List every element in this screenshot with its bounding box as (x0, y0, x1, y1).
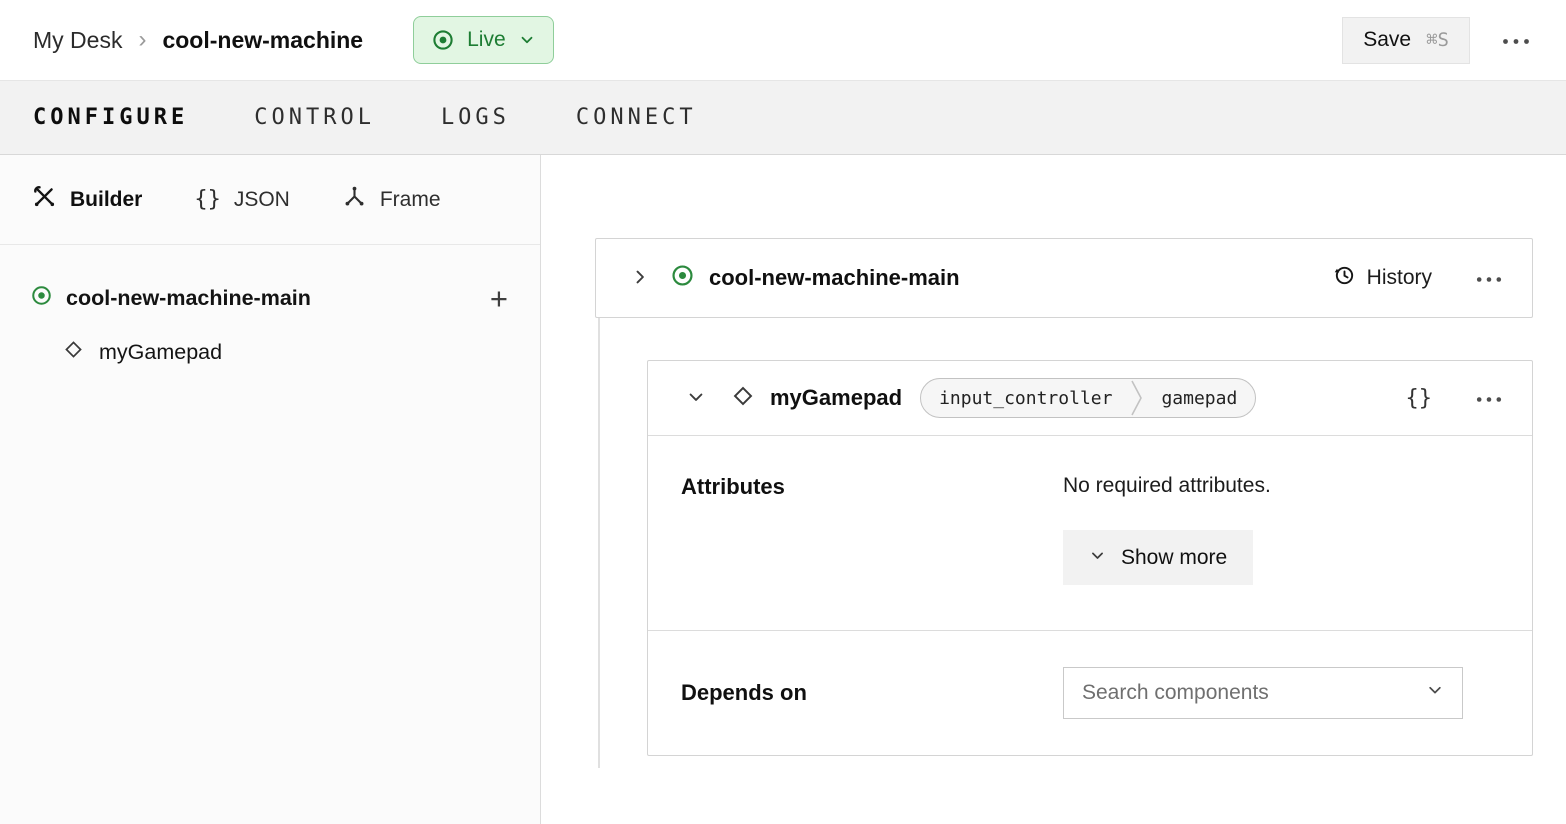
braces-icon: {} (194, 187, 221, 212)
sidebar: Builder {} JSON (0, 155, 541, 824)
collapse-component-card-button[interactable] (682, 383, 710, 414)
depends-on-select[interactable]: Search components (1063, 667, 1463, 719)
attributes-section: Attributes No required attributes. Show … (648, 436, 1532, 631)
tab-control[interactable]: CONTROL (254, 105, 375, 130)
depends-on-placeholder: Search components (1082, 681, 1269, 705)
pill-divider-chevron (1130, 379, 1143, 417)
component-type: input_controller (921, 379, 1130, 417)
save-shortcut: ⌘S (1426, 29, 1449, 51)
attributes-content: No required attributes. Show more (1063, 474, 1499, 585)
component-card-connector: myGamepad input_controller gamepad {} (598, 318, 1533, 768)
tree-item-mygamepad[interactable]: myGamepad (0, 325, 540, 379)
view-tab-builder[interactable]: Builder (32, 184, 142, 215)
broadcast-icon (670, 263, 695, 293)
ellipsis-icon (1502, 33, 1530, 48)
chevron-down-icon (686, 387, 706, 410)
breadcrumb-separator: › (138, 28, 146, 52)
live-label: Live (467, 28, 506, 52)
depends-on-label: Depends on (681, 680, 1063, 706)
view-tab-frame-label: Frame (380, 188, 441, 212)
config-view-switcher: Builder {} JSON (0, 155, 540, 245)
tools-icon (32, 184, 57, 215)
component-diamond-icon (730, 383, 756, 414)
main-tabbar: CONFIGURE CONTROL LOGS CONNECT (0, 81, 1566, 155)
component-menu-button[interactable] (1474, 383, 1504, 414)
chevron-down-icon (1089, 546, 1106, 570)
header-overflow-menu-button[interactable] (1500, 25, 1532, 56)
history-clock-icon (1333, 264, 1356, 293)
live-status-dropdown[interactable]: Live (413, 16, 554, 64)
broadcast-icon (30, 284, 53, 312)
view-tab-builder-label: Builder (70, 188, 142, 212)
component-card-mygamepad: myGamepad input_controller gamepad {} (647, 360, 1533, 756)
machine-part-card: cool-new-machine-main History (595, 238, 1533, 318)
app-window: My Desk › cool-new-machine Live Save ⌘S (0, 0, 1566, 824)
component-json-button[interactable]: {} (1406, 386, 1433, 411)
broadcast-icon (431, 28, 455, 52)
ellipsis-icon (1476, 271, 1502, 286)
expand-machine-card-button[interactable] (626, 263, 654, 294)
component-title: myGamepad (770, 385, 902, 411)
tree-item-mygamepad-label: myGamepad (99, 340, 222, 365)
history-button[interactable]: History (1333, 264, 1432, 293)
tab-logs[interactable]: LOGS (441, 105, 510, 130)
view-tab-frame[interactable]: Frame (342, 184, 441, 215)
config-main-panel: cool-new-machine-main History (541, 155, 1566, 824)
attributes-empty-text: No required attributes. (1063, 474, 1499, 498)
tab-connect[interactable]: CONNECT (576, 105, 697, 130)
machine-card-menu-button[interactable] (1474, 263, 1504, 294)
attributes-label: Attributes (681, 474, 1063, 585)
view-tab-json[interactable]: {} JSON (194, 187, 290, 212)
chevron-down-icon (518, 31, 536, 49)
save-label: Save (1363, 28, 1411, 52)
chevron-right-icon (630, 267, 650, 290)
tree-item-machine-main[interactable]: cool-new-machine-main + (0, 271, 540, 325)
top-header: My Desk › cool-new-machine Live Save ⌘S (0, 0, 1566, 81)
breadcrumb-current: cool-new-machine (162, 27, 363, 54)
component-card-header: myGamepad input_controller gamepad {} (648, 361, 1532, 436)
component-diamond-icon (62, 338, 85, 367)
add-component-button[interactable]: + (490, 283, 508, 314)
show-more-label: Show more (1121, 546, 1227, 570)
frame-icon (342, 184, 367, 215)
chevron-down-icon (1426, 681, 1444, 705)
tree-item-machine-main-label: cool-new-machine-main (66, 286, 311, 311)
breadcrumb-parent-link[interactable]: My Desk (33, 27, 122, 54)
machine-card-actions: History (1333, 263, 1504, 294)
content-area: Builder {} JSON (0, 155, 1566, 824)
breadcrumb: My Desk › cool-new-machine (33, 27, 363, 54)
component-model: gamepad (1143, 379, 1255, 417)
tab-configure[interactable]: CONFIGURE (33, 105, 188, 130)
show-more-button[interactable]: Show more (1063, 530, 1253, 585)
component-type-pill: input_controller gamepad (920, 378, 1256, 418)
topbar-actions: Save ⌘S (1342, 17, 1532, 64)
save-button[interactable]: Save ⌘S (1342, 17, 1470, 64)
history-label: History (1367, 266, 1432, 290)
ellipsis-icon (1476, 391, 1502, 406)
depends-on-section: Depends on Search components (648, 631, 1532, 755)
machine-part-title: cool-new-machine-main (709, 265, 960, 291)
component-card-actions: {} (1406, 383, 1505, 414)
view-tab-json-label: JSON (234, 188, 290, 212)
machine-part-tree: cool-new-machine-main + myGamepad (0, 245, 540, 379)
